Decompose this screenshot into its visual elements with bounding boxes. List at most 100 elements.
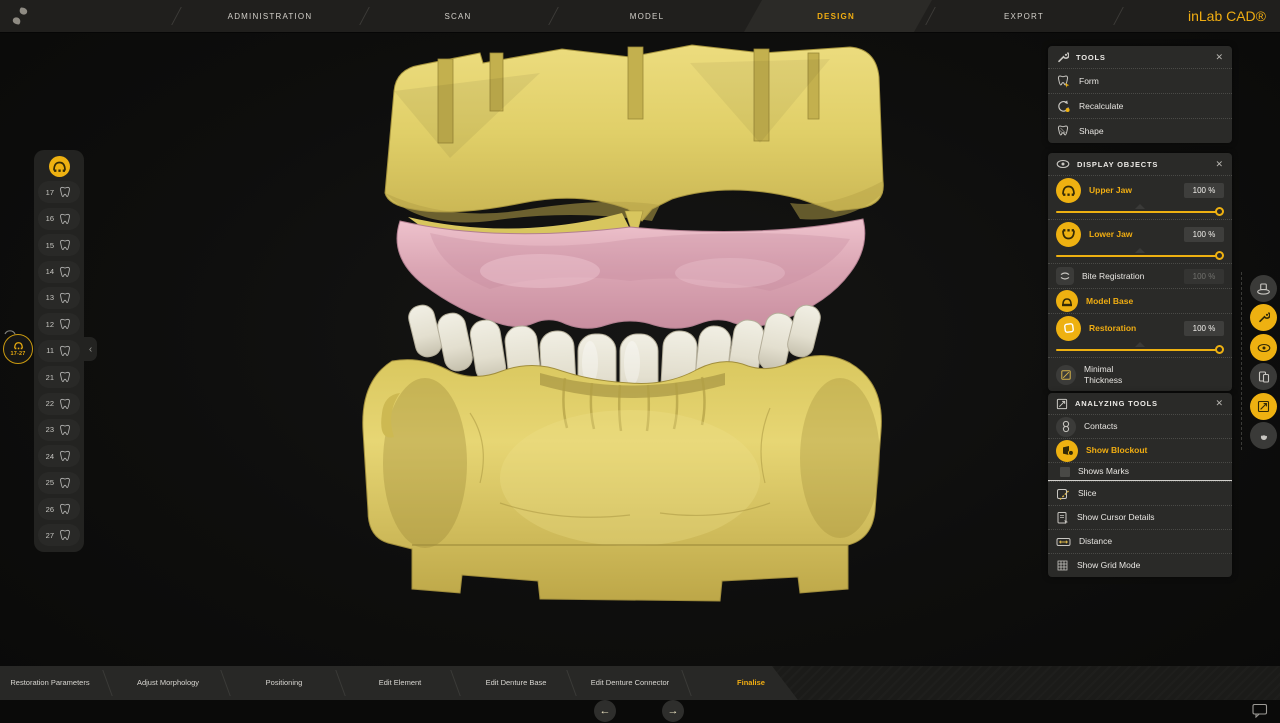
display-object-bite-registration[interactable]: Bite Registration 100 % (1048, 263, 1232, 288)
tooth-item-23[interactable]: 23 (38, 419, 80, 441)
opacity-value-field[interactable]: 100 % (1184, 182, 1224, 198)
tooth-number: 21 (45, 372, 54, 382)
step-finalise[interactable]: Finalise (711, 666, 791, 700)
side-panels-button[interactable] (1250, 363, 1277, 390)
footer-bar (0, 700, 1280, 723)
analyze-item-contacts[interactable]: Contacts (1048, 414, 1232, 438)
analyzing-tools-toolbar-button[interactable] (1250, 393, 1277, 420)
display-object-upper-jaw: Upper Jaw 100 % (1048, 175, 1232, 219)
dental-model-3d[interactable] (330, 33, 930, 623)
tooth-number: 27 (45, 530, 54, 540)
tab-export[interactable]: EXPORT (1004, 0, 1044, 32)
tooth-item-27[interactable]: 27 (38, 524, 80, 546)
inlab-cad-app: { "app": { "brand": "inLab CAD®" }, "top… (0, 0, 1280, 723)
tooth-item-12[interactable]: 12 (38, 313, 80, 335)
tab-model[interactable]: MODEL (630, 0, 664, 32)
tab-design[interactable]: DESIGN (817, 0, 855, 32)
tooth-number: 13 (45, 293, 54, 303)
tooth-item-14[interactable]: 14 (38, 261, 80, 283)
tooth-item-26[interactable]: 26 (38, 498, 80, 520)
slider-notch (1135, 248, 1145, 253)
display-object-model-base[interactable]: Model Base (1048, 288, 1232, 313)
tooth-list-panel: 17 16 15 14 13 12 11 21 22 23 24 25 26 2… (34, 150, 84, 552)
step-edit-denture-base[interactable]: Edit Denture Base (476, 666, 556, 700)
tooth-item-11[interactable]: 11 (38, 340, 80, 362)
tooth-icon (59, 186, 71, 198)
opacity-slider[interactable] (1056, 248, 1224, 263)
close-icon[interactable]: ✕ (1214, 52, 1224, 63)
analyze-item-show-cursor-details[interactable]: Show Cursor Details (1048, 505, 1232, 529)
tab-scan[interactable]: SCAN (444, 0, 471, 32)
tooth-item-13[interactable]: 13 (38, 287, 80, 309)
tooth-icon (59, 477, 71, 489)
tooth-item-22[interactable]: 22 (38, 393, 80, 415)
previous-step-button[interactable]: ← (594, 700, 616, 722)
analyze-label: Slice (1078, 488, 1097, 499)
view-options-button[interactable] (1250, 275, 1277, 302)
slider-track (1056, 349, 1222, 351)
tool-item-shape[interactable]: Shape (1048, 118, 1232, 143)
step-positioning[interactable]: Positioning (244, 666, 324, 700)
opacity-value-field[interactable]: 100 % (1184, 320, 1224, 336)
bite-registration-icon (1056, 267, 1074, 285)
close-icon[interactable]: ✕ (1214, 159, 1224, 170)
tooth-number: 25 (45, 478, 54, 488)
tooth-icon (59, 239, 71, 251)
tooth-item-21[interactable]: 21 (38, 366, 80, 388)
tab-administration[interactable]: ADMINISTRATION (228, 0, 313, 32)
opacity-value-field[interactable]: 100 % (1184, 226, 1224, 242)
tools-toolbar-button[interactable] (1250, 304, 1277, 331)
slider-knob[interactable] (1215, 251, 1224, 260)
app-brand: inLab CAD® (1187, 8, 1266, 24)
contacts-icon (1056, 416, 1076, 437)
display-object-minimal-thickness[interactable]: Minimal Thickness (1048, 357, 1232, 391)
step-adjust-morphology[interactable]: Adjust Morphology (128, 666, 208, 700)
analyze-item-show-grid-mode[interactable]: Show Grid Mode (1048, 553, 1232, 577)
object-label: Minimal Thickness (1084, 363, 1123, 385)
display-objects-icon (1257, 343, 1271, 353)
restoration-range-badge[interactable]: 17-27 (3, 334, 33, 364)
tooth-cursor-icon (1057, 74, 1070, 88)
analyze-label: Show Grid Mode (1077, 560, 1141, 571)
step-edit-element[interactable]: Edit Element (360, 666, 440, 700)
tooth-item-16[interactable]: 16 (38, 208, 80, 230)
display-objects-toolbar-button[interactable] (1250, 334, 1277, 361)
analyze-label: Show Cursor Details (1077, 512, 1155, 523)
opacity-slider[interactable] (1056, 342, 1224, 357)
shows-marks-checkbox[interactable] (1060, 466, 1070, 477)
analyze-item-show-blockout[interactable]: Show Blockout (1048, 438, 1232, 462)
display-object-toggle[interactable]: Upper Jaw 100 % (1048, 176, 1232, 204)
display-object-toggle[interactable]: Restoration 100 % (1048, 314, 1232, 342)
tool-item-recalculate[interactable]: Recalculate (1048, 93, 1232, 118)
collapse-tooth-panel-handle[interactable]: ‹ (84, 337, 97, 361)
pan-button[interactable] (1250, 422, 1277, 449)
analyze-label: Distance (1079, 536, 1113, 547)
analyze-item-slice[interactable]: Slice (1048, 481, 1232, 505)
tooth-icon (59, 371, 71, 383)
tooth-number: 24 (45, 451, 54, 461)
slider-knob[interactable] (1215, 345, 1224, 354)
tool-item-form[interactable]: Form (1048, 68, 1232, 93)
step-edit-denture-connector[interactable]: Edit Denture Connector (590, 666, 670, 700)
step-restoration-parameters[interactable]: Restoration Parameters (10, 666, 90, 700)
analyze-item-shows-marks[interactable]: Shows Marks (1048, 462, 1232, 481)
tooth-number: 26 (45, 504, 54, 514)
chat-bubble-icon[interactable] (1252, 703, 1268, 718)
opacity-slider[interactable] (1056, 204, 1224, 219)
tooth-item-17[interactable]: 17 (38, 181, 80, 203)
arrow-left-icon: ← (599, 705, 611, 717)
denture-arch-icon[interactable] (48, 156, 70, 177)
slider-knob[interactable] (1215, 207, 1224, 216)
tooth-item-15[interactable]: 15 (38, 234, 80, 256)
display-object-toggle[interactable]: Lower Jaw 100 % (1048, 220, 1232, 248)
tooth-item-24[interactable]: 24 (38, 445, 80, 467)
restoration-icon (1056, 315, 1081, 341)
analyze-item-distance[interactable]: Distance (1048, 529, 1232, 553)
side-panels-icon (1258, 370, 1269, 383)
tooth-item-25[interactable]: 25 (38, 472, 80, 494)
slider-notch (1135, 342, 1145, 347)
close-icon[interactable]: ✕ (1214, 398, 1224, 409)
tooth-number: 12 (45, 319, 54, 329)
tab-separator (548, 7, 559, 25)
next-step-button[interactable]: → (662, 700, 684, 722)
